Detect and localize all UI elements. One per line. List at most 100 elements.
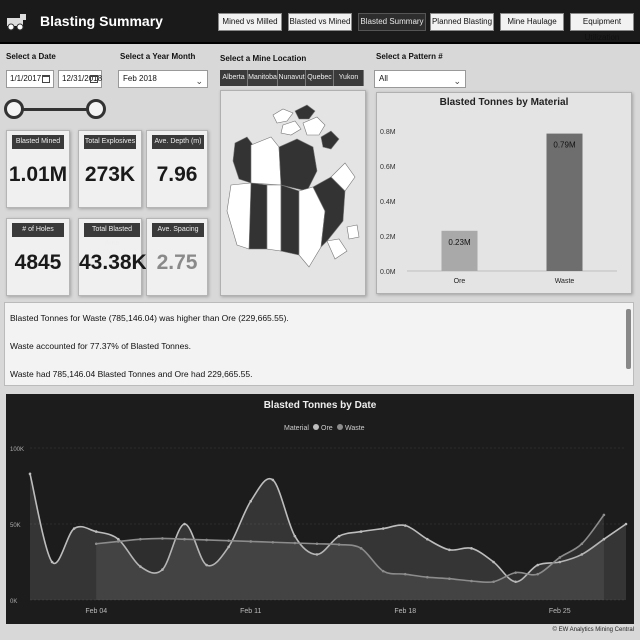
chevron-down-icon: ⌄ bbox=[453, 76, 461, 86]
data-point bbox=[183, 537, 186, 541]
data-point bbox=[381, 527, 385, 530]
data-point bbox=[470, 579, 473, 583]
kpi-card-total-blasted-area: Total Blasted Area 43.38K bbox=[78, 218, 147, 296]
data-point bbox=[293, 541, 297, 545]
data-point bbox=[381, 569, 385, 573]
date-range-end-handle[interactable] bbox=[86, 99, 106, 119]
data-point bbox=[536, 563, 540, 567]
mine-location-map[interactable] bbox=[220, 90, 366, 296]
bar-data-label: 0.79M bbox=[553, 141, 576, 150]
kpi-value: 2.75 bbox=[156, 251, 198, 274]
tab-mine-haulage[interactable]: Mine Haulage bbox=[500, 13, 564, 31]
y-tick-label: 50K bbox=[10, 523, 21, 529]
data-point bbox=[116, 537, 120, 541]
data-point bbox=[359, 547, 363, 550]
y-tick-label: 0.0M bbox=[380, 269, 396, 276]
data-point bbox=[448, 577, 451, 581]
pattern-dropdown[interactable]: All ⌄ bbox=[374, 70, 466, 88]
data-point bbox=[492, 560, 495, 564]
x-tick-label: Waste bbox=[555, 278, 575, 285]
data-point bbox=[514, 571, 517, 574]
scrollbar[interactable] bbox=[626, 309, 631, 369]
data-point bbox=[337, 543, 341, 546]
data-point bbox=[337, 534, 341, 538]
data-point bbox=[183, 522, 186, 526]
data-point bbox=[271, 540, 275, 544]
tab-mined-vs-milled[interactable]: Mined vs Milled bbox=[218, 13, 282, 31]
location-button-quebec[interactable]: Quebec bbox=[306, 70, 334, 86]
pattern-label: Select a Pattern # bbox=[376, 52, 443, 61]
y-tick-label: 0.6M bbox=[380, 164, 396, 171]
y-tick-label: 0.8M bbox=[380, 129, 396, 136]
narrative-line-2: Waste accounted for 77.37% of Blasted To… bbox=[10, 341, 191, 351]
calendar-icon[interactable] bbox=[90, 75, 98, 83]
kpi-value: 273K bbox=[84, 163, 136, 186]
tab-planned-blasting[interactable]: Planned Blasting bbox=[430, 13, 494, 31]
line-chart: Blasted Tonnes by Date Material Ore Waste 0K… bbox=[10, 400, 628, 615]
tab-blasted-summary[interactable]: Blasted Summary bbox=[358, 13, 426, 31]
y-tick-label: 0K bbox=[10, 599, 17, 605]
kpi-label: Ave. Depth (m) bbox=[152, 135, 204, 149]
line-chart-panel: Blasted Tonnes by Date Material Ore Waste 0K… bbox=[6, 394, 634, 624]
kpi-value: 4845 bbox=[14, 251, 62, 274]
narrative-panel: Blasted Tonnes for Waste (785,146.04) wa… bbox=[4, 302, 634, 386]
data-point bbox=[580, 542, 584, 546]
year-month-value: Feb 2018 bbox=[123, 74, 157, 83]
data-point bbox=[249, 540, 253, 543]
kpi-value: 43.38K bbox=[79, 251, 147, 274]
date-range-slider-track[interactable] bbox=[14, 108, 96, 111]
data-point bbox=[426, 575, 429, 579]
data-point bbox=[205, 538, 208, 542]
narrative-line-1: Blasted Tonnes for Waste (785,146.04) wa… bbox=[10, 313, 289, 323]
data-point bbox=[249, 499, 253, 503]
legend-entry: Ore bbox=[321, 425, 333, 432]
canada-map bbox=[226, 104, 360, 268]
data-point bbox=[315, 542, 319, 546]
date-range-start-handle[interactable] bbox=[4, 99, 24, 119]
x-tick-label: Feb 11 bbox=[240, 608, 261, 615]
kpi-label: Total Explosives bbox=[84, 135, 136, 149]
start-date-value: 1/1/2017 bbox=[10, 74, 42, 83]
data-point bbox=[448, 548, 451, 552]
footer-credit: © EW Analytics Mining Central bbox=[552, 627, 634, 633]
year-month-label: Select a Year Month bbox=[120, 52, 196, 61]
kpi-card-holes: # of Holes 4845 bbox=[6, 218, 70, 296]
data-point bbox=[492, 580, 495, 584]
legend-marker bbox=[313, 424, 319, 430]
location-button-alberta[interactable]: Alberta bbox=[220, 70, 248, 86]
kpi-value: 1.01M bbox=[8, 163, 68, 186]
data-point bbox=[558, 556, 562, 559]
location-button-yukon[interactable]: Yukon bbox=[334, 70, 364, 86]
data-point bbox=[50, 560, 54, 564]
kpi-value: 7.96 bbox=[156, 163, 198, 186]
location-button-manitoba[interactable]: Manitoba bbox=[248, 70, 278, 86]
legend-marker bbox=[337, 424, 343, 430]
page-title: Blasting Summary bbox=[40, 13, 163, 29]
location-button-nunavut[interactable]: Nunavut bbox=[278, 70, 306, 86]
data-point bbox=[426, 537, 429, 541]
data-point bbox=[72, 527, 76, 530]
kpi-label: Ave. Spacing bbox=[152, 223, 204, 237]
data-point bbox=[602, 513, 606, 517]
calendar-icon[interactable] bbox=[42, 75, 50, 83]
year-month-dropdown[interactable]: Feb 2018 ⌄ bbox=[118, 70, 208, 88]
legend-entry: Waste bbox=[345, 425, 365, 432]
series-area bbox=[96, 514, 604, 600]
y-tick-label: 0.4M bbox=[380, 199, 396, 206]
tab-blasted-vs-mined[interactable]: Blasted vs Mined bbox=[288, 13, 352, 31]
data-point bbox=[161, 537, 164, 540]
start-date-input[interactable]: 1/1/2017 bbox=[6, 70, 54, 88]
data-point bbox=[359, 530, 363, 533]
end-date-input[interactable]: 12/31/2018 bbox=[58, 70, 102, 88]
kpi-label: Total Blasted Area bbox=[84, 223, 140, 247]
data-point bbox=[227, 539, 230, 543]
bar-chart: 0.0M 0.2M 0.4M 0.6M 0.8M 0.23M Ore 0.79M Waste bbox=[380, 129, 617, 285]
line-chart-title: Blasted Tonnes by Date bbox=[264, 400, 377, 411]
mine-location-label: Select a Mine Location bbox=[220, 54, 307, 63]
tab-equipment-utilization[interactable]: Equipment Utilization bbox=[570, 13, 634, 42]
data-point bbox=[94, 542, 98, 546]
data-point bbox=[271, 478, 275, 482]
data-point bbox=[28, 472, 32, 476]
y-tick-label: 0.2M bbox=[380, 234, 396, 241]
data-point bbox=[403, 524, 407, 527]
